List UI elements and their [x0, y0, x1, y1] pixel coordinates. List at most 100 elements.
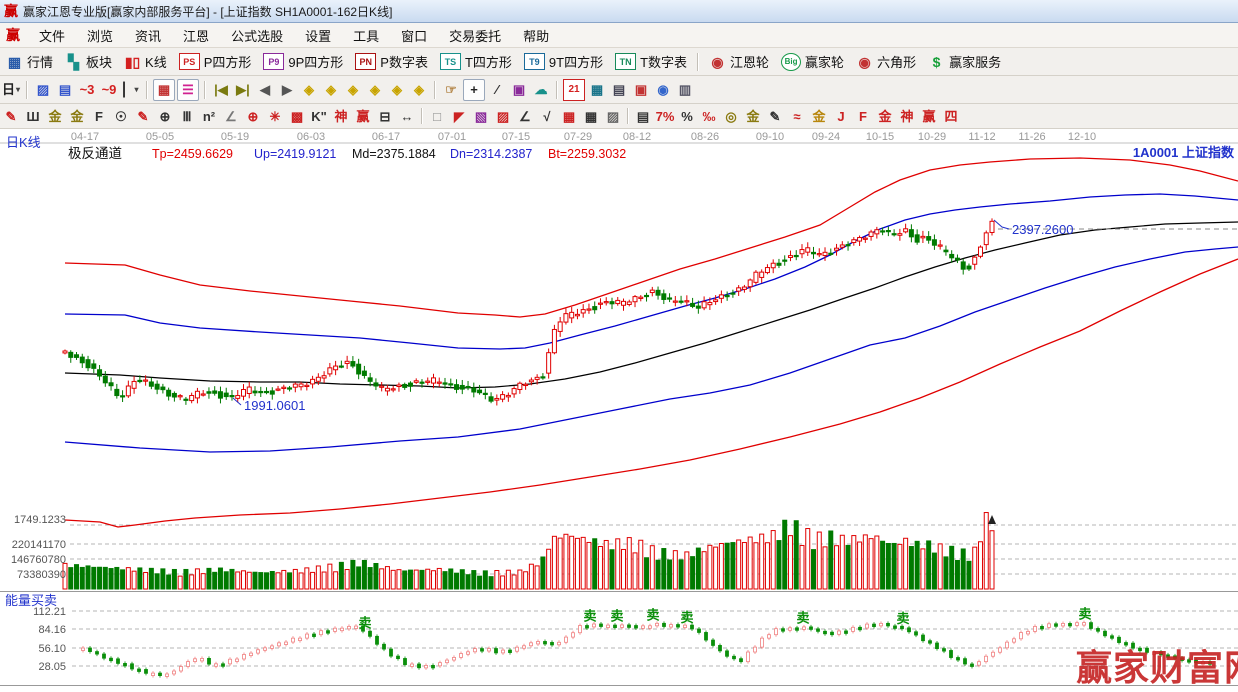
price-scale-tool-icon[interactable]: ▤: [633, 106, 653, 126]
menu-items: 文件 浏览 资讯 江恩 公式选股 设置 工具 窗口 交易委托 帮助: [28, 26, 560, 45]
last-bar-button-icon[interactable]: ▶|: [233, 80, 253, 100]
title-bar[interactable]: 赢 赢家江恩专业版[赢家内部服务平台] - [上证指数 SH1A0001-162…: [0, 0, 1238, 23]
gann-wheel-button[interactable]: ◉ 江恩轮: [703, 51, 775, 73]
menu-item-6[interactable]: 工具: [342, 26, 390, 45]
t-table-button[interactable]: TN T数字表: [609, 51, 693, 73]
menu-item-9[interactable]: 帮助: [512, 26, 560, 45]
shift-left-diamond-icon[interactable]: ◈: [299, 80, 319, 100]
measure-tool-icon[interactable]: ∕: [487, 80, 507, 100]
gold-channel-icon[interactable]: 金: [809, 106, 829, 126]
hexagon-button[interactable]: ◉ 六角形: [850, 51, 922, 73]
ying-tool-icon[interactable]: 赢: [353, 106, 373, 126]
winner-service-button[interactable]: $ 赢家服务: [922, 51, 1007, 73]
grid-bars-icon[interactable]: Ш: [23, 106, 43, 126]
fit-all-diamond-icon[interactable]: ◈: [409, 80, 429, 100]
n-square-tool-icon[interactable]: n²: [199, 106, 219, 126]
menu-item-4[interactable]: 公式选股: [220, 26, 294, 45]
gold-grid-alt-icon[interactable]: 金: [67, 106, 87, 126]
wave-channel-icon[interactable]: ≈: [787, 106, 807, 126]
notes-tool-icon[interactable]: ▤: [609, 80, 629, 100]
shen-angle-icon[interactable]: 神: [897, 106, 917, 126]
winner-wheel-button[interactable]: Big 赢家轮: [775, 51, 850, 73]
target-circle-icon[interactable]: ⊕: [243, 106, 263, 126]
percent-levels-icon[interactable]: ‰: [699, 106, 719, 126]
grid-dark-icon[interactable]: ▦: [581, 106, 601, 126]
t-square-button[interactable]: TS T四方形: [434, 51, 518, 73]
menu-item-5[interactable]: 设置: [294, 26, 342, 45]
brush-candle-icon[interactable]: ✎: [765, 106, 785, 126]
gold-angle-icon[interactable]: 金: [875, 106, 895, 126]
next-bar-button-icon[interactable]: ▶: [277, 80, 297, 100]
ying-angle-icon[interactable]: 赢: [919, 106, 939, 126]
shen-tool-icon[interactable]: 神: [331, 106, 351, 126]
menu-item-8[interactable]: 交易委托: [438, 26, 512, 45]
fan-box-icon[interactable]: ▧: [471, 106, 491, 126]
chart-canvas[interactable]: 04-17 05-05 05-19 06-03 06-17 07-01 07-15 07-29…: [0, 129, 1238, 689]
pattern-overlay-icon-icon[interactable]: ▦: [153, 78, 175, 101]
k-mark-icon[interactable]: K": [309, 106, 329, 126]
hatch-lines-icon[interactable]: ▨: [603, 106, 623, 126]
protractor-tool-icon[interactable]: ∠: [221, 106, 241, 126]
expand-vertical-diamond-icon[interactable]: ◈: [387, 80, 407, 100]
width-measure-icon[interactable]: ↔: [397, 106, 417, 126]
cycle-tool-icon[interactable]: ▣: [509, 80, 529, 100]
gold-grid-icon[interactable]: 金: [45, 106, 65, 126]
date-label: 06-03: [297, 131, 325, 143]
angle-fan-icon[interactable]: ∠: [515, 106, 535, 126]
info-panel-icon-icon[interactable]: ▤: [55, 80, 75, 100]
calculator-tool-icon[interactable]: ▦: [587, 80, 607, 100]
prev-bar-button-icon[interactable]: ◀: [255, 80, 275, 100]
gold-line-icon[interactable]: 金: [743, 106, 763, 126]
sector-button[interactable]: ▚ 板块: [59, 51, 118, 73]
compress-horizontal-diamond-icon[interactable]: ◈: [365, 80, 385, 100]
chart-window-icon-icon[interactable]: ▨: [33, 80, 53, 100]
si-angle-icon[interactable]: 四: [941, 106, 961, 126]
j-angle-icon[interactable]: J: [831, 106, 851, 126]
shift-right-diamond-icon[interactable]: ◈: [321, 80, 341, 100]
mind-tool-icon[interactable]: ☁: [531, 80, 551, 100]
draw-brush-icon[interactable]: ✎: [1, 106, 21, 126]
menu-item-0[interactable]: 文件: [28, 26, 76, 45]
menu-item-2[interactable]: 资讯: [124, 26, 172, 45]
kline-button-icon: ▮▯: [124, 53, 141, 70]
bar-ruler-icon[interactable]: Ⅲ: [177, 106, 197, 126]
expand-horizontal-diamond-icon[interactable]: ◈: [343, 80, 363, 100]
crosshair-tool-icon[interactable]: +: [463, 78, 485, 101]
spider-web-icon[interactable]: ✳: [265, 106, 285, 126]
p-square-button[interactable]: PS P四方形: [173, 51, 258, 73]
box-tool-icon[interactable]: □: [427, 106, 447, 126]
quote-button[interactable]: ▦ 行情: [0, 51, 59, 73]
f-grid-icon[interactable]: F: [89, 106, 109, 126]
pan-hand-tool-icon[interactable]: ☞: [441, 80, 461, 100]
menu-item-3[interactable]: 江恩: [172, 26, 220, 45]
gold-circle-icon[interactable]: ◎: [721, 106, 741, 126]
f-angle-icon[interactable]: F: [853, 106, 873, 126]
check-line-icon[interactable]: √: [537, 106, 557, 126]
menu-item-7[interactable]: 窗口: [390, 26, 438, 45]
save-tool-icon[interactable]: ▣: [631, 80, 651, 100]
export-web-tool-icon[interactable]: ◉: [653, 80, 673, 100]
gann-fan-icon[interactable]: ◤: [449, 106, 469, 126]
wave-9-icon-icon[interactable]: ~9: [99, 80, 119, 100]
wave-3-icon-icon[interactable]: ~3: [77, 80, 97, 100]
p-table-button[interactable]: PN P数字表: [349, 51, 434, 73]
spiral-tool-icon[interactable]: ☉: [111, 106, 131, 126]
bar-style-selector-icon[interactable]: ▏ ▾: [121, 80, 141, 100]
seven-percent-icon[interactable]: 7%: [655, 106, 675, 126]
web-box-icon[interactable]: ▨: [493, 106, 513, 126]
workstation-tool-icon[interactable]: ▥: [675, 80, 695, 100]
volume-profile-icon-icon[interactable]: ☰: [177, 78, 199, 101]
circle-ruler-icon[interactable]: ⊕: [155, 106, 175, 126]
period-selector-icon[interactable]: 日 ▾: [1, 80, 21, 100]
nine-p-square-button[interactable]: P9 9P四方形: [257, 51, 349, 73]
scale-123-icon[interactable]: ⊟: [375, 106, 395, 126]
percent-tool-icon[interactable]: %: [677, 106, 697, 126]
menu-item-1[interactable]: 浏览: [76, 26, 124, 45]
draw-brush-alt-icon[interactable]: ✎: [133, 106, 153, 126]
calendar-tool-icon[interactable]: 21: [563, 78, 585, 101]
nine-t-square-button[interactable]: T9 9T四方形: [518, 51, 609, 73]
kline-button[interactable]: ▮▯ K线: [118, 51, 173, 73]
web-grid-icon[interactable]: ▩: [287, 106, 307, 126]
grid-red-icon[interactable]: ▦: [559, 106, 579, 126]
first-bar-button-icon[interactable]: |◀: [211, 80, 231, 100]
